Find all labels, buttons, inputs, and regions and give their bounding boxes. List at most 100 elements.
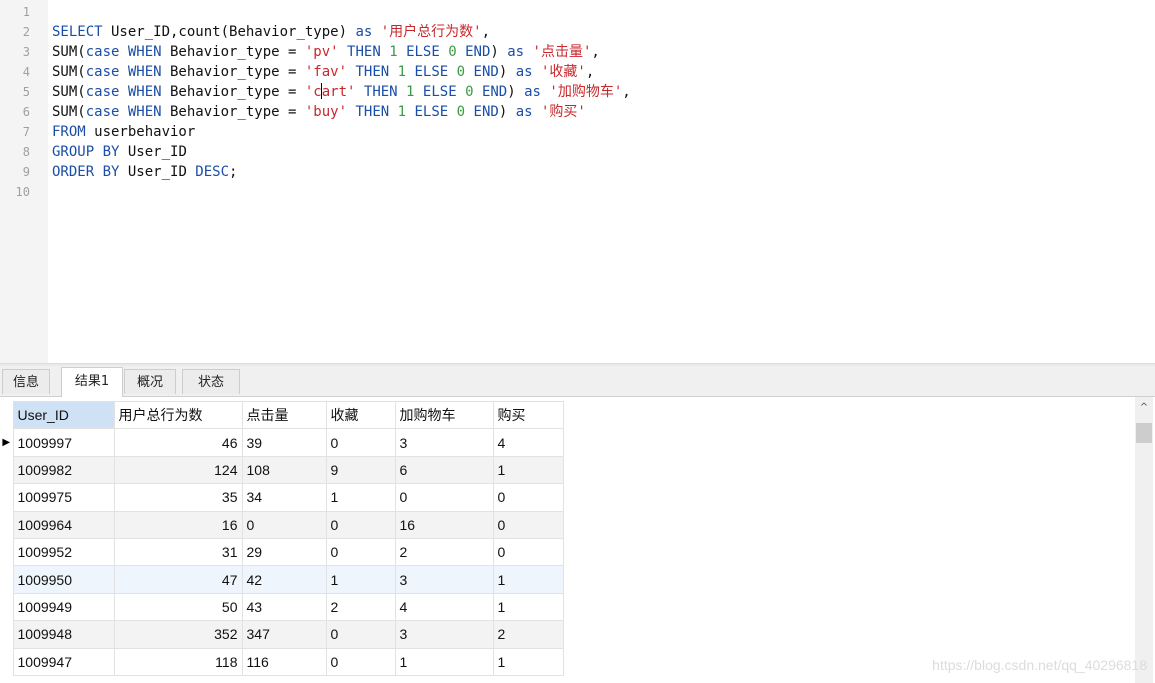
cell-clicks[interactable]: 108 bbox=[241, 455, 327, 485]
cell-user-id[interactable]: 1009947 bbox=[12, 647, 115, 676]
cell-purchases[interactable]: 0 bbox=[492, 510, 564, 539]
code-token: case WHEN bbox=[85, 84, 162, 100]
column-header-favorites[interactable]: 收藏 bbox=[325, 400, 396, 430]
code-text[interactable]: GROUP BY User_ID bbox=[52, 142, 187, 162]
result-grid[interactable]: User_ID 用户总行为数 点击量 收藏 加购物车 购买 ▶ 1009997 46… bbox=[0, 400, 564, 676]
cell-total-actions[interactable]: 124 bbox=[113, 455, 243, 485]
code-text[interactable]: SUM(case WHEN Behavior_type = 'fav' THEN… bbox=[52, 62, 594, 82]
cell-favorites[interactable]: 1 bbox=[325, 483, 396, 512]
cell-favorites[interactable]: 1 bbox=[325, 565, 396, 594]
cell-add-to-cart[interactable]: 3 bbox=[394, 620, 494, 649]
code-token: case WHEN bbox=[85, 44, 162, 60]
table-row[interactable]: 1009982 124 108 9 6 1 bbox=[0, 455, 564, 485]
vertical-scrollbar[interactable]: ^ bbox=[1135, 397, 1153, 683]
cell-add-to-cart[interactable]: 1 bbox=[394, 647, 494, 676]
column-header-add-to-cart[interactable]: 加购物车 bbox=[394, 400, 494, 430]
code-text[interactable]: FROM userbehavior bbox=[52, 122, 195, 142]
code-text[interactable]: ORDER BY User_ID DESC; bbox=[52, 162, 237, 182]
cell-user-id[interactable]: 1009975 bbox=[12, 483, 115, 512]
cell-add-to-cart[interactable]: 3 bbox=[394, 565, 494, 594]
cell-purchases[interactable]: 0 bbox=[492, 537, 564, 567]
column-header-purchases[interactable]: 购买 bbox=[492, 400, 564, 430]
cell-user-id[interactable]: 1009948 bbox=[12, 620, 115, 649]
cell-purchases[interactable]: 1 bbox=[492, 592, 564, 622]
cell-user-id[interactable]: 1009997 bbox=[12, 428, 115, 457]
table-row[interactable]: 1009947 118 116 0 1 1 bbox=[0, 647, 564, 676]
row-indicator bbox=[0, 538, 13, 565]
cell-add-to-cart[interactable]: 16 bbox=[394, 510, 494, 539]
tab-result1[interactable]: 结果1 bbox=[61, 367, 123, 397]
cell-purchases[interactable]: 1 bbox=[492, 647, 564, 676]
cell-purchases[interactable]: 1 bbox=[492, 455, 564, 485]
cell-clicks[interactable]: 43 bbox=[241, 592, 327, 622]
cell-total-actions[interactable]: 118 bbox=[113, 647, 243, 676]
cell-total-actions[interactable]: 50 bbox=[113, 592, 243, 622]
cell-clicks[interactable]: 39 bbox=[241, 428, 327, 457]
column-header-clicks[interactable]: 点击量 bbox=[241, 400, 327, 430]
cell-purchases[interactable]: 2 bbox=[492, 620, 564, 649]
cell-add-to-cart[interactable]: 0 bbox=[394, 483, 494, 512]
cell-user-id[interactable]: 1009952 bbox=[12, 537, 115, 567]
cell-total-actions[interactable]: 31 bbox=[113, 537, 243, 567]
cell-clicks[interactable]: 0 bbox=[241, 510, 327, 539]
cell-user-id[interactable]: 1009982 bbox=[12, 455, 115, 485]
column-header-total-actions[interactable]: 用户总行为数 bbox=[113, 400, 243, 430]
cell-total-actions[interactable]: 35 bbox=[113, 483, 243, 512]
scroll-thumb[interactable] bbox=[1136, 423, 1152, 443]
code-text[interactable]: SUM(case WHEN Behavior_type = 'buy' THEN… bbox=[52, 102, 586, 122]
cell-user-id[interactable]: 1009964 bbox=[12, 510, 115, 539]
code-token: ELSE bbox=[414, 104, 449, 120]
code-token: '点击量' bbox=[532, 44, 592, 60]
tab-info[interactable]: 信息 bbox=[2, 369, 50, 394]
cell-favorites[interactable]: 2 bbox=[325, 592, 396, 622]
cell-add-to-cart[interactable]: 3 bbox=[394, 428, 494, 457]
table-row[interactable]: 1009949 50 43 2 4 1 bbox=[0, 592, 564, 622]
table-row[interactable]: 1009964 16 0 0 16 0 bbox=[0, 510, 564, 539]
cell-add-to-cart[interactable]: 2 bbox=[394, 537, 494, 567]
code-text[interactable]: SUM(case WHEN Behavior_type = 'cart' THE… bbox=[52, 82, 631, 102]
cell-clicks[interactable]: 116 bbox=[241, 647, 327, 676]
cell-clicks[interactable]: 42 bbox=[241, 565, 327, 594]
cell-favorites[interactable]: 0 bbox=[325, 537, 396, 567]
cell-favorites[interactable]: 9 bbox=[325, 455, 396, 485]
table-row[interactable]: 1009975 35 34 1 0 0 bbox=[0, 483, 564, 512]
cell-total-actions[interactable]: 46 bbox=[113, 428, 243, 457]
code-token: ORDER BY bbox=[52, 164, 120, 180]
line-number: 5 bbox=[22, 85, 30, 99]
cell-clicks[interactable]: 34 bbox=[241, 483, 327, 512]
code-text[interactable]: SUM(case WHEN Behavior_type = 'pv' THEN … bbox=[52, 42, 600, 62]
scroll-up-icon[interactable]: ^ bbox=[1135, 401, 1153, 415]
sql-editor[interactable]: 1 2 SELECT User_ID,count(Behavior_type) as… bbox=[0, 0, 1155, 363]
table-row[interactable]: 1009950 47 42 1 3 1 bbox=[0, 565, 564, 594]
cell-purchases[interactable]: 4 bbox=[492, 428, 564, 457]
cell-clicks[interactable]: 29 bbox=[241, 537, 327, 567]
cell-total-actions[interactable]: 47 bbox=[113, 565, 243, 594]
cell-clicks[interactable]: 347 bbox=[241, 620, 327, 649]
cell-user-id[interactable]: 1009949 bbox=[12, 592, 115, 622]
cell-add-to-cart[interactable]: 4 bbox=[394, 592, 494, 622]
cell-add-to-cart[interactable]: 6 bbox=[394, 455, 494, 485]
code-text[interactable]: SELECT User_ID,count(Behavior_type) as '… bbox=[52, 22, 490, 42]
cell-favorites[interactable]: 0 bbox=[325, 620, 396, 649]
cell-total-actions[interactable]: 16 bbox=[113, 510, 243, 539]
line-number: 7 bbox=[22, 125, 30, 139]
table-row[interactable]: 1009948 352 347 0 3 2 bbox=[0, 620, 564, 649]
tab-overview[interactable]: 概况 bbox=[124, 369, 176, 394]
cell-favorites[interactable]: 0 bbox=[325, 510, 396, 539]
table-row[interactable]: ▶ 1009997 46 39 0 3 4 bbox=[0, 428, 564, 457]
code-token: SUM( bbox=[52, 64, 86, 80]
cell-purchases[interactable]: 0 bbox=[492, 483, 564, 512]
table-row[interactable]: 1009952 31 29 0 2 0 bbox=[0, 537, 564, 567]
cell-user-id[interactable]: 1009950 bbox=[12, 565, 115, 594]
cell-favorites[interactable]: 0 bbox=[325, 647, 396, 676]
result-tabbar: 信息 结果1 概况 状态 bbox=[0, 366, 1155, 397]
column-header-user-id[interactable]: User_ID bbox=[12, 400, 115, 430]
cell-favorites[interactable]: 0 bbox=[325, 428, 396, 457]
row-indicator-header bbox=[0, 401, 13, 429]
cell-total-actions[interactable]: 352 bbox=[113, 620, 243, 649]
cell-purchases[interactable]: 1 bbox=[492, 565, 564, 594]
code-token: userbehavior bbox=[85, 124, 196, 140]
tab-status[interactable]: 状态 bbox=[182, 369, 240, 394]
